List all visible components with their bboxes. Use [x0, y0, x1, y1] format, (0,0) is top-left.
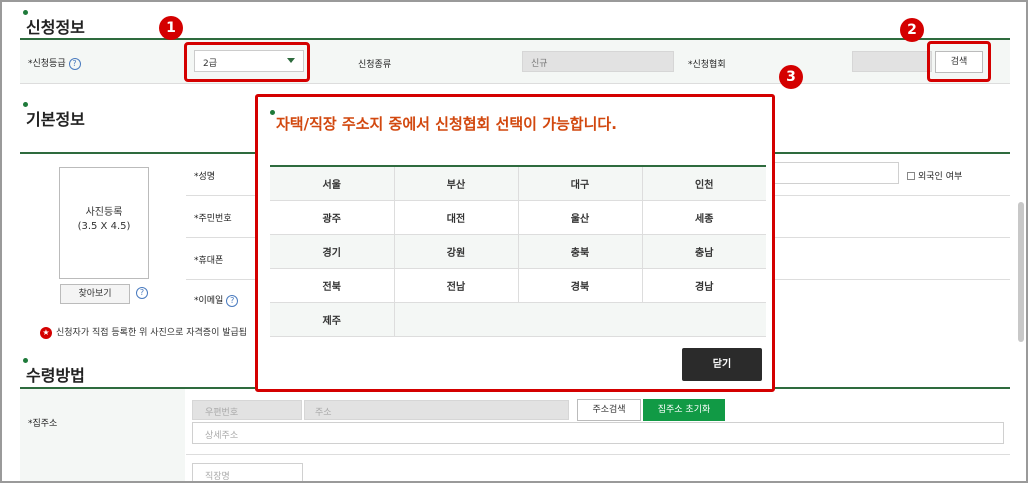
table-row: 경기 강원 충북 충남: [270, 234, 766, 269]
callout-badge-3: 3: [779, 65, 803, 89]
detail-address-input[interactable]: 상세주소: [192, 422, 1004, 444]
help-icon[interactable]: ?: [226, 295, 239, 307]
address-reset-button[interactable]: 집주소 초기화: [643, 399, 725, 421]
table-row: 광주 대전 울산 세종: [270, 200, 766, 235]
star-icon: ★: [40, 327, 52, 339]
type-label: 신청종류: [358, 60, 392, 70]
region-cell[interactable]: 충북: [518, 234, 643, 269]
region-cell[interactable]: 전북: [270, 268, 395, 303]
bullet-dot: [23, 102, 28, 107]
empty-cell: [394, 302, 766, 337]
region-cell[interactable]: 세종: [642, 200, 766, 235]
email-label: *이메일 ?: [194, 293, 239, 307]
region-cell[interactable]: 인천: [642, 166, 766, 201]
page-scrollbar[interactable]: [1018, 202, 1024, 342]
phone-label: *휴대폰: [194, 256, 224, 266]
region-cell[interactable]: 경기: [270, 234, 395, 269]
row-divider: [186, 454, 1010, 455]
region-cell[interactable]: 울산: [518, 200, 643, 235]
region-select-modal: 자택/직장 주소지 중에서 신청협회 선택이 가능합니다. 서울 부산 대구 인…: [255, 94, 775, 392]
page-frame: 신청정보 *신청등급 ? 2급 1 신청종류 신규 *신청협회 검색 2 기본정…: [0, 0, 1028, 483]
name-input[interactable]: [762, 162, 899, 184]
section-title-basic-info: 기본정보: [23, 102, 85, 130]
bullet-dot: [23, 10, 28, 15]
work-name-input[interactable]: 직장명: [192, 463, 303, 481]
checkbox-icon[interactable]: [907, 172, 915, 180]
region-cell[interactable]: 광주: [270, 200, 395, 235]
region-cell[interactable]: 대전: [394, 200, 519, 235]
bullet-dot: [23, 358, 28, 363]
section-title-apply-info: 신청정보: [23, 10, 85, 38]
callout-box-1: [184, 42, 310, 82]
address-input[interactable]: 주소: [304, 400, 569, 420]
help-icon[interactable]: ?: [136, 287, 148, 299]
region-cell[interactable]: 강원: [394, 234, 519, 269]
region-table: 서울 부산 대구 인천 광주 대전 울산 세종 경기 강원 충북 충남 전북 전…: [270, 165, 766, 337]
assoc-label: *신청협회: [688, 60, 726, 70]
callout-badge-1: 1: [159, 16, 183, 40]
photo-notice: ★ 신청자가 직접 등록한 위 사진으로 자격증이 발급됩: [40, 325, 247, 339]
section-title-receive-method: 수령방법: [23, 358, 85, 386]
table-row: 전북 전남 경북 경남: [270, 268, 766, 303]
callout-badge-2: 2: [900, 18, 924, 42]
close-button[interactable]: 닫기: [682, 348, 762, 381]
ssn-label: *주민번호: [194, 214, 232, 224]
assoc-value-field: [852, 51, 932, 72]
modal-title: 자택/직장 주소지 중에서 신청협회 선택이 가능합니다.: [276, 115, 617, 133]
foreigner-checkbox[interactable]: 외국인 여부: [907, 169, 962, 182]
callout-box-2: [927, 41, 991, 82]
region-cell[interactable]: 전남: [394, 268, 519, 303]
bullet-dot: [270, 110, 275, 115]
table-row: 제주: [270, 302, 766, 337]
address-search-button[interactable]: 주소검색: [577, 399, 641, 421]
address-label: *집주소: [28, 419, 58, 429]
grade-label: *신청등급 ?: [28, 56, 81, 70]
type-value-field: 신규: [522, 51, 674, 72]
table-row: 서울 부산 대구 인천: [270, 166, 766, 201]
region-cell[interactable]: 경북: [518, 268, 643, 303]
region-cell[interactable]: 대구: [518, 166, 643, 201]
photo-box: 사진등록 (3.5 X 4.5): [59, 167, 149, 279]
region-cell[interactable]: 충남: [642, 234, 766, 269]
help-icon[interactable]: ?: [68, 58, 81, 70]
zip-input[interactable]: 우편번호: [192, 400, 302, 420]
region-cell[interactable]: 부산: [394, 166, 519, 201]
name-label: *성명: [194, 172, 216, 182]
region-cell[interactable]: 제주: [270, 302, 395, 337]
receive-label-column: [20, 389, 185, 481]
region-cell[interactable]: 서울: [270, 166, 395, 201]
find-photo-button[interactable]: 찾아보기: [60, 284, 130, 304]
region-cell[interactable]: 경남: [642, 268, 766, 303]
